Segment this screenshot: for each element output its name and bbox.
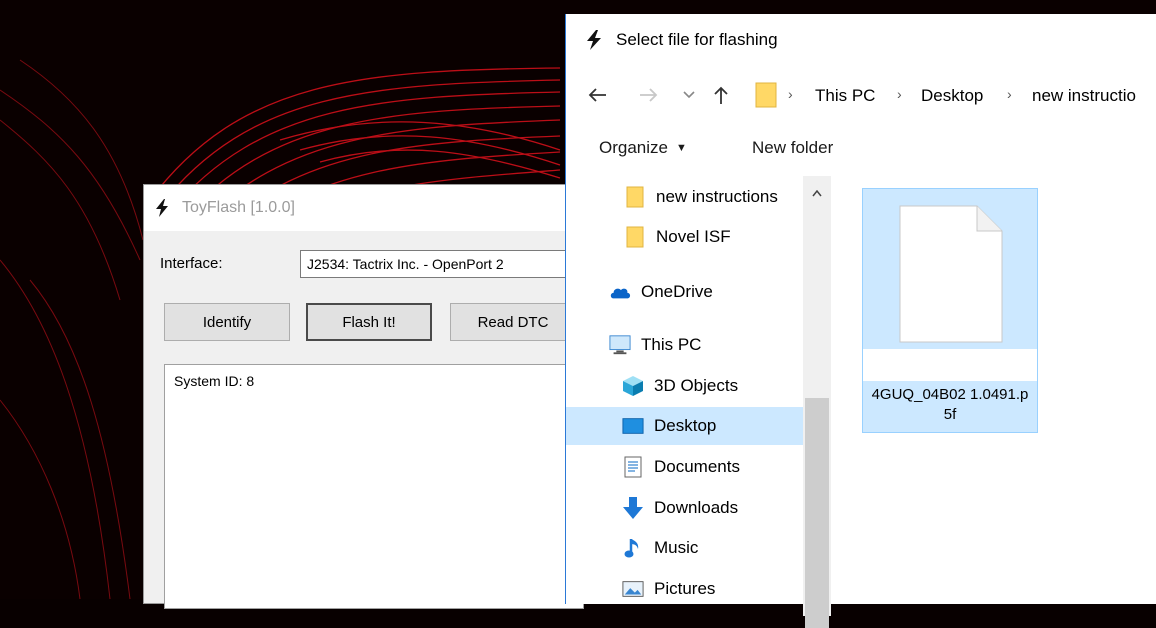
breadcrumb-separator[interactable]: › (897, 86, 902, 102)
onedrive-icon (609, 281, 631, 303)
navigation-pane: new instructions Novel ISF OneDrive This… (566, 176, 803, 616)
dialog-title: Select file for flashing (616, 30, 778, 49)
caret-down-icon: ▼ (675, 142, 687, 154)
nav-item-documents[interactable]: Documents (566, 448, 803, 486)
downloads-icon (622, 497, 644, 519)
back-arrow-icon[interactable] (586, 84, 608, 106)
nav-item-label: Documents (654, 457, 740, 476)
nav-pane-scrollbar[interactable] (803, 176, 831, 628)
read-dtc-button[interactable]: Read DTC (450, 303, 576, 341)
nav-item-label: Desktop (654, 416, 717, 435)
breadcrumb-new-instructions[interactable]: new instructio (1032, 86, 1136, 106)
log-output[interactable]: System ID: 8 (164, 364, 585, 609)
nav-item-label: This PC (641, 335, 702, 354)
file-dialog: Select file for flashing › This PC › Des… (565, 14, 1156, 628)
window-title: ToyFlash [1.0.0] (182, 199, 295, 216)
folder-icon (624, 186, 646, 208)
dialog-titlebar[interactable]: Select file for flashing (566, 14, 1156, 66)
flash-button[interactable]: Flash It! (306, 303, 432, 341)
nav-item-label: new instructions (656, 187, 778, 206)
nav-item-pictures[interactable]: Pictures (566, 570, 803, 608)
toyflash-window: ToyFlash [1.0.0] Interface: J2534: Tactr… (143, 184, 585, 609)
scrollbar-thumb[interactable] (805, 398, 829, 628)
nav-item-label: Downloads (654, 498, 739, 517)
log-line: System ID: 8 (174, 373, 255, 389)
breadcrumb-separator[interactable]: › (788, 86, 793, 102)
organize-label: Organize (599, 138, 668, 157)
nav-item-downloads[interactable]: Downloads (566, 489, 803, 527)
file-name-background (863, 349, 1037, 381)
interface-label: Interface: (160, 255, 223, 272)
breadcrumb-separator[interactable]: › (1007, 86, 1012, 102)
nav-item-onedrive[interactable]: OneDrive (566, 273, 803, 311)
nav-item-label: OneDrive (641, 282, 713, 301)
toyflash-titlebar[interactable]: ToyFlash [1.0.0] (144, 185, 582, 231)
nav-item-novel-isf[interactable]: Novel ISF (566, 218, 803, 256)
folder-icon (624, 226, 646, 248)
music-icon (622, 537, 644, 559)
pictures-icon (622, 578, 644, 600)
lightning-icon (587, 30, 601, 50)
log-redaction (272, 365, 585, 399)
identify-button[interactable]: Identify (164, 303, 290, 341)
desktop-icon (622, 415, 644, 437)
pc-icon (609, 334, 631, 356)
nav-item-label: Novel ISF (656, 227, 731, 246)
file-icon (899, 205, 1003, 343)
breadcrumb-this-pc[interactable]: This PC (815, 86, 875, 106)
nav-item-music[interactable]: Music (566, 529, 803, 567)
new-folder-button[interactable]: New folder (752, 138, 833, 158)
up-arrow-icon[interactable] (710, 84, 732, 106)
3d-objects-icon (622, 375, 644, 397)
forward-arrow-icon[interactable] (638, 84, 660, 106)
organize-button[interactable]: Organize ▼ (599, 138, 687, 158)
documents-icon (622, 456, 644, 478)
nav-item-desktop[interactable]: Desktop (566, 407, 803, 445)
navigation-bar: › This PC › Desktop › new instructio (566, 78, 1156, 118)
chevron-down-icon[interactable] (678, 84, 700, 106)
nav-item-new-instructions[interactable]: new instructions (566, 178, 803, 216)
lightning-icon (156, 199, 168, 217)
dialog-toolbar: Organize ▼ New folder (566, 130, 1156, 174)
nav-item-label: Pictures (654, 579, 716, 598)
nav-item-label: 3D Objects (654, 376, 739, 395)
file-name: 4GUQ_04B02 1.0491.p5f (871, 386, 1029, 423)
folder-icon (755, 82, 777, 108)
nav-item-label: Music (654, 538, 699, 557)
interface-select[interactable]: J2534: Tactrix Inc. - OpenPort 2 (300, 250, 584, 278)
breadcrumb-desktop[interactable]: Desktop (921, 86, 983, 106)
nav-item-this-pc[interactable]: This PC (566, 326, 803, 364)
scroll-up-icon[interactable] (812, 188, 822, 200)
file-item[interactable]: 4GUQ_04B02 1.0491.p5f (862, 188, 1038, 433)
nav-item-3d-objects[interactable]: 3D Objects (566, 367, 803, 405)
